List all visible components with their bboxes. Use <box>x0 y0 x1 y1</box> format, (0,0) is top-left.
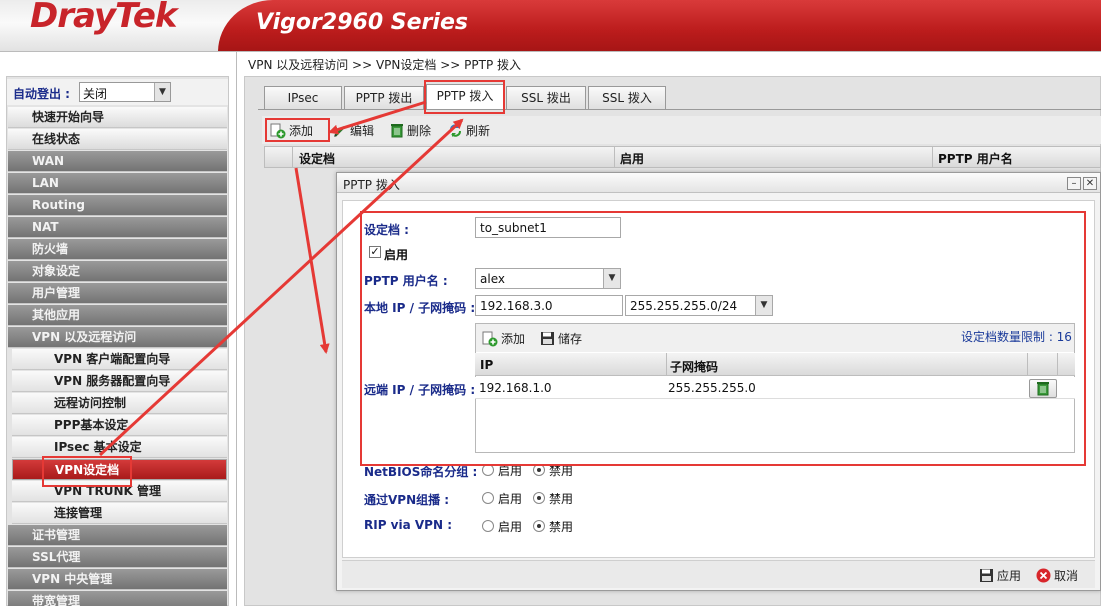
delete-button[interactable]: 删除 <box>390 122 431 139</box>
sidebar-item-applications[interactable]: 其他应用 <box>8 305 227 326</box>
sidebar-item-routing[interactable]: Routing <box>8 195 227 216</box>
grid-col-separator <box>292 146 293 168</box>
refresh-button[interactable]: 刷新 <box>448 122 490 139</box>
grid-header-pptp-user[interactable]: PPTP 用户名 <box>938 150 1013 167</box>
sidebar-item-lan[interactable]: LAN <box>8 173 227 194</box>
tab-pptp-dial-out[interactable]: PPTP 拨出 <box>344 86 424 110</box>
cancel-button[interactable]: 取消 <box>1036 567 1078 584</box>
grid-header-profile[interactable]: 设定档 <box>299 150 335 167</box>
sidebar-item-wan[interactable]: WAN <box>8 151 227 172</box>
sidebar-item-vpn-central[interactable]: VPN 中央管理 <box>8 569 227 590</box>
chevron-down-icon: ▼ <box>154 83 170 101</box>
edit-icon <box>334 125 345 137</box>
grid-header-enable[interactable]: 启用 <box>620 150 644 167</box>
annotation-box-tab <box>424 80 505 114</box>
delete-label: 删除 <box>407 124 432 138</box>
apply-button[interactable]: 应用 <box>979 567 1021 584</box>
cancel-icon <box>1036 568 1051 583</box>
sidebar-item-nat[interactable]: NAT <box>8 217 227 238</box>
sidebar-item-user-management[interactable]: 用户管理 <box>8 283 227 304</box>
via-vpn-label: 通过VPN组播 : <box>364 493 450 507</box>
sidebar-item-connection-management[interactable]: 连接管理 <box>12 503 227 524</box>
sidebar-item-vpn-client-wizard[interactable]: VPN 客户端配置向导 <box>12 349 227 370</box>
minimize-icon[interactable]: – <box>1067 177 1081 190</box>
via-vpn-enable-label: 启用 <box>498 492 523 506</box>
sidebar-item-firewall[interactable]: 防火墙 <box>8 239 227 260</box>
rip-disable-radio[interactable] <box>533 520 545 532</box>
rip-enable-radio[interactable] <box>482 520 494 532</box>
product-series: Vigor2960 Series <box>256 10 468 35</box>
via-vpn-enable-radio[interactable] <box>482 492 494 504</box>
sidebar-item-vpn-server-wizard[interactable]: VPN 服务器配置向导 <box>12 371 227 392</box>
edit-button[interactable]: 编辑 <box>333 122 374 139</box>
sidebar-item-vpn-remote-access[interactable]: VPN 以及远程访问 <box>8 327 227 348</box>
sidebar-item-online-status[interactable]: 在线状态 <box>8 129 227 150</box>
brand-logo: DrayTek <box>30 0 178 36</box>
tab-ssl-dial-out[interactable]: SSL 拨出 <box>506 86 586 110</box>
close-icon[interactable]: ✕ <box>1083 177 1097 190</box>
edit-label: 编辑 <box>350 124 375 138</box>
annotation-box-vpn-profiles <box>42 456 132 487</box>
tab-underline <box>258 109 1101 110</box>
breadcrumb: VPN 以及远程访问 >> VPN设定档 >> PPTP 拨入 <box>248 58 521 72</box>
annotation-box-form <box>360 211 1086 466</box>
rip-disable-label: 禁用 <box>549 520 574 534</box>
toolbar <box>262 116 1101 144</box>
rip-enable-label: 启用 <box>498 520 523 534</box>
via-vpn-disable-label: 禁用 <box>549 492 574 506</box>
tab-ipsec[interactable]: IPsec <box>264 86 342 110</box>
sidebar-item-ppp-general[interactable]: PPP基本设定 <box>12 415 227 436</box>
grid-col-separator <box>614 146 615 168</box>
refresh-icon <box>450 124 461 137</box>
save-icon <box>980 569 993 582</box>
refresh-label: 刷新 <box>466 124 491 138</box>
sidebar-item-certificates[interactable]: 证书管理 <box>8 525 227 546</box>
rip-label: RIP via VPN : <box>364 518 452 532</box>
sidebar-item-ssl-proxy[interactable]: SSL代理 <box>8 547 227 568</box>
sidebar-item-bandwidth[interactable]: 带宽管理 <box>8 591 227 606</box>
dialog-title: PPTP 拨入 <box>343 178 400 192</box>
sidebar-item-objects[interactable]: 对象设定 <box>8 261 227 282</box>
trash-icon <box>391 124 403 138</box>
sidebar-item-quick-start[interactable]: 快速开始向导 <box>8 107 227 128</box>
auto-logout-value: 关闭 <box>83 87 108 101</box>
auto-logout-label: 自动登出 : <box>13 87 70 101</box>
annotation-box-add <box>265 118 330 142</box>
sidebar-item-remote-access-control[interactable]: 远程访问控制 <box>12 393 227 414</box>
via-vpn-disable-radio[interactable] <box>533 492 545 504</box>
sidebar-item-ipsec-general[interactable]: IPsec 基本设定 <box>12 437 227 458</box>
apply-label: 应用 <box>997 569 1022 583</box>
auto-logout-select[interactable]: 关闭 ▼ <box>79 82 171 102</box>
grid-col-separator <box>932 146 933 168</box>
auto-logout-row: 自动登出 : 关闭 ▼ <box>7 79 228 105</box>
dialog-title-bar[interactable] <box>337 173 1100 193</box>
cancel-label: 取消 <box>1054 569 1079 583</box>
tab-ssl-dial-in[interactable]: SSL 拨入 <box>588 86 666 110</box>
